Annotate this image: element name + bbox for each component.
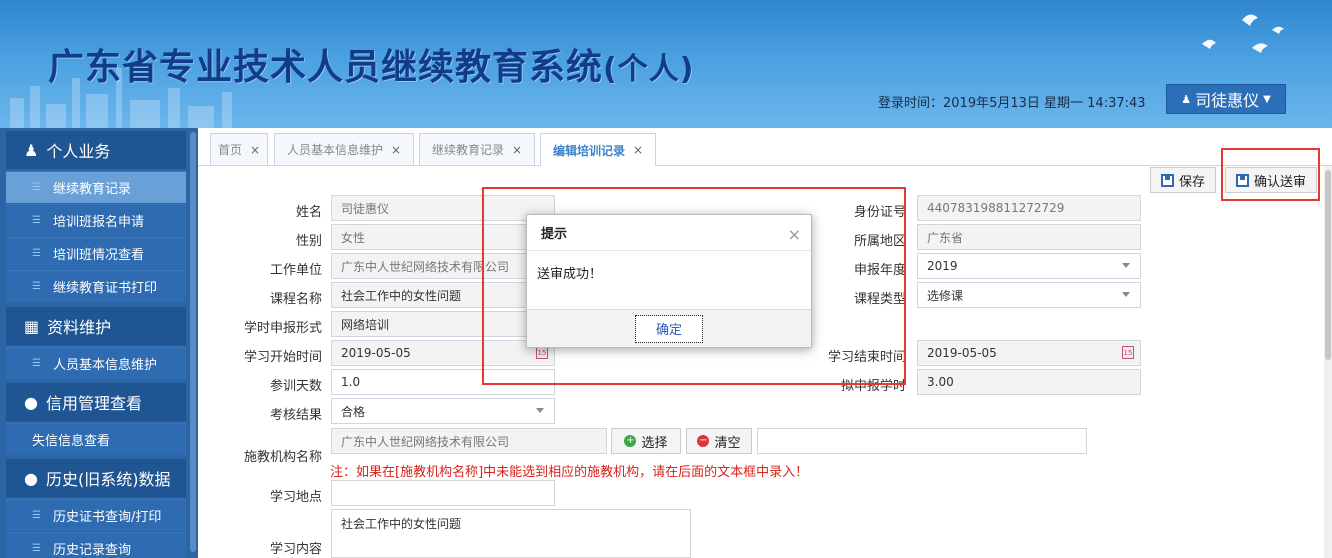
list-icon: ☰ <box>32 358 41 369</box>
tab-edit-training[interactable]: 编辑培训记录 × <box>540 133 656 166</box>
sidebar-item-education-record[interactable]: ☰ 继续教育记录 <box>6 171 186 203</box>
sidebar-group-personal[interactable]: ♟ 个人业务 <box>6 131 186 169</box>
floppy-icon <box>1160 173 1174 187</box>
list-icon: ☰ <box>32 543 41 554</box>
person-icon: ♟ <box>24 140 39 160</box>
course-type-select[interactable]: 选修课 <box>917 282 1141 308</box>
result-select[interactable]: 合格 <box>331 398 555 424</box>
label-employer: 工作单位 <box>269 263 322 278</box>
minus-circle-icon: − <box>697 435 710 447</box>
system-title: 广东省专业技术人员继续教育系统(个人) <box>48 47 695 88</box>
institution-note: 注：如果在[施教机构名称]中未能选到相应的施教机构，请在后面的文本框中录入！ <box>330 465 809 480</box>
bulb-icon: ● <box>24 468 38 488</box>
sidebar-group-data[interactable]: ▦ 资料维护 <box>6 307 186 345</box>
sidebar-scrollbar[interactable] <box>190 132 196 552</box>
clear-institution-button[interactable]: − 清空 <box>686 428 752 454</box>
label-name: 姓名 <box>295 205 322 220</box>
highlight-box-submit <box>1221 148 1320 201</box>
hours-field: 3.00 <box>917 369 1141 395</box>
end-date-field[interactable]: 2019-05-05 15 <box>917 340 1141 366</box>
year-select[interactable]: 2019 <box>917 253 1141 279</box>
login-time: 登录时间：2019年5月13日 星期一 14:37:43 <box>878 96 1146 111</box>
sidebar-item-dishonesty[interactable]: 失信信息查看 <box>6 423 186 455</box>
label-gender: 性别 <box>295 234 322 249</box>
label-course: 课程名称 <box>269 292 322 307</box>
sidebar-item-history-records[interactable]: ☰ 历史记录查询 <box>6 532 186 558</box>
close-icon[interactable]: × <box>788 225 801 244</box>
label-start-date: 学习开始时间 <box>243 350 322 365</box>
user-icon: ♟ <box>1181 92 1192 106</box>
page-scrollbar[interactable] <box>1324 166 1332 558</box>
ok-button[interactable]: 确定 <box>635 314 703 343</box>
sidebar-item-training-status[interactable]: ☰ 培训班情况查看 <box>6 237 186 269</box>
dialog-message: 送审成功！ <box>537 267 603 282</box>
label-result: 考核结果 <box>269 408 322 423</box>
region-field: 广东省 <box>917 224 1141 250</box>
save-button[interactable]: 保存 <box>1150 167 1216 193</box>
list-icon: ☰ <box>32 248 41 259</box>
caret-down-icon: ▼ <box>1263 93 1271 105</box>
list-icon: ☰ <box>32 281 41 292</box>
place-input[interactable] <box>331 480 555 506</box>
dialog-title: 提示 <box>541 227 568 242</box>
close-icon[interactable]: × <box>250 143 260 157</box>
header-banner: 广东省专业技术人员继续教育系统(个人) 登录时间：2019年5月13日 星期一 … <box>0 0 1332 128</box>
chevron-down-icon <box>1122 263 1130 268</box>
content-textarea[interactable]: 社会工作中的女性问题 <box>331 509 691 558</box>
dialog-footer: 确定 <box>527 309 811 347</box>
label-content: 学习内容 <box>269 542 322 557</box>
user-menu-button[interactable]: ♟ 司徒惠仪 ▼ <box>1166 84 1286 114</box>
sidebar-group-history[interactable]: ● 历史(旧系统)数据 <box>6 459 186 497</box>
sidebar-item-history-certificate[interactable]: ☰ 历史证书查询/打印 <box>6 499 186 531</box>
label-mode: 学时申报形式 <box>243 321 322 336</box>
label-place: 学习地点 <box>269 490 322 505</box>
id-card-icon: ▦ <box>24 316 40 336</box>
plus-circle-icon: + <box>624 435 637 447</box>
close-icon[interactable]: × <box>633 143 643 157</box>
calendar-icon[interactable]: 15 <box>1122 346 1134 359</box>
label-days: 参训天数 <box>269 379 322 394</box>
list-icon: ☰ <box>32 182 41 193</box>
bulb-icon: ● <box>24 392 38 412</box>
sidebar-item-training-signup[interactable]: ☰ 培训班报名申请 <box>6 204 186 236</box>
id-field: 440783198811272729 <box>917 195 1141 221</box>
institution-manual-input[interactable] <box>757 428 1087 454</box>
chevron-down-icon <box>536 408 544 413</box>
chevron-down-icon <box>1122 292 1130 297</box>
tab-education-record[interactable]: 继续教育记录 × <box>419 133 535 165</box>
tab-basic-info[interactable]: 人员基本信息维护 × <box>274 133 414 165</box>
alert-dialog: 提示 × 送审成功！ 确定 <box>526 214 812 348</box>
institution-field: 广东中人世纪网络技术有限公司 <box>331 428 607 454</box>
sidebar-group-credit[interactable]: ● 信用管理查看 <box>6 383 186 421</box>
birds-decoration <box>1202 14 1284 53</box>
close-icon[interactable]: × <box>512 143 522 157</box>
close-icon[interactable]: × <box>391 143 401 157</box>
select-institution-button[interactable]: + 选择 <box>611 428 681 454</box>
list-icon: ☰ <box>32 215 41 226</box>
dialog-header: 提示 × <box>527 215 811 251</box>
user-name: 司徒惠仪 <box>1195 91 1260 110</box>
sidebar-item-certificate-print[interactable]: ☰ 继续教育证书打印 <box>6 270 186 302</box>
list-icon: ☰ <box>32 510 41 521</box>
label-institution: 施教机构名称 <box>243 450 322 465</box>
tab-home[interactable]: 首页 × <box>210 133 268 165</box>
sidebar-item-basic-info[interactable]: ☰ 人员基本信息维护 <box>6 347 186 379</box>
